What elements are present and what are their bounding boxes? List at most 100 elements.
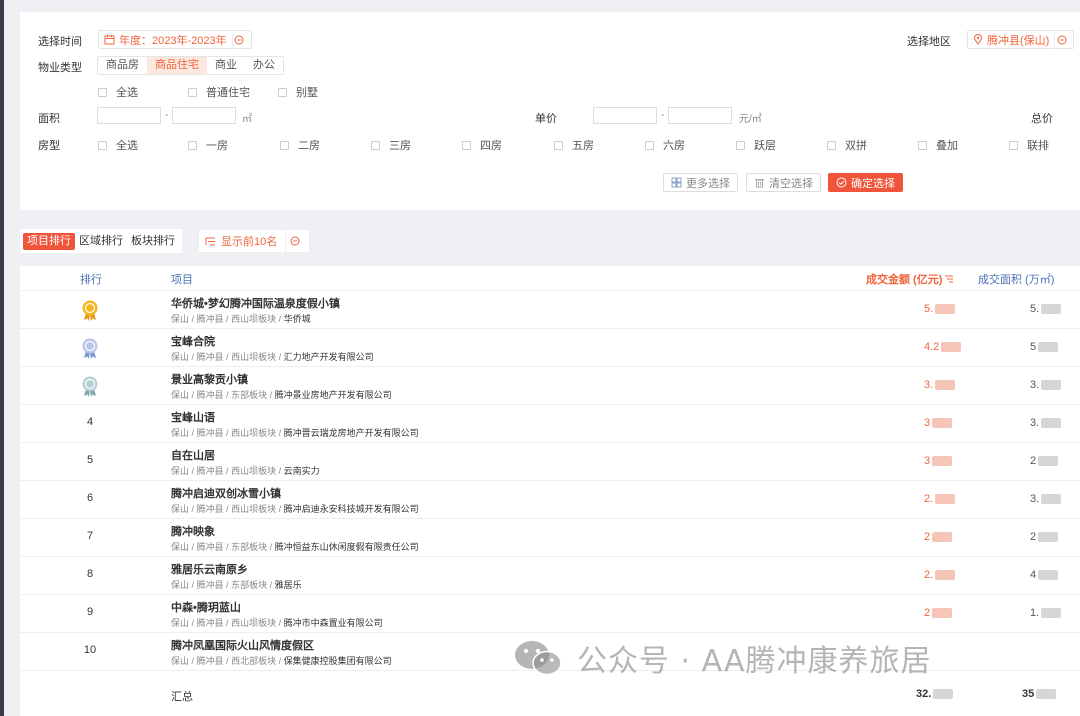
meta-city: 保山: [171, 466, 190, 476]
meta-dev: 汇力地产开发有限公司: [283, 352, 374, 362]
checkbox[interactable]: [371, 140, 380, 150]
table-row[interactable]: 华侨城•梦幻腾冲国际温泉度假小镇 保山 / 腾冲县 / 西山坝板块 / 华侨城 5.…: [20, 291, 1080, 329]
room-check-6[interactable]: 六房: [645, 137, 685, 153]
property-type-2[interactable]: 商业: [207, 57, 245, 74]
col-rank[interactable]: 排行: [80, 271, 102, 287]
deal-amount-text: 5.: [924, 303, 934, 315]
subtype-check-1[interactable]: 普通住宅: [188, 84, 250, 100]
time-selector[interactable]: 年度：2023年-2023年: [98, 30, 252, 49]
tab-region-ranking[interactable]: 区域排行: [75, 233, 127, 250]
table-row[interactable]: 9 中森•腾玥蓝山 保山 / 腾冲县 / 西山坝板块 / 腾冲市中森置业有限公司 2 1…: [20, 595, 1080, 633]
col-project[interactable]: 项目: [171, 271, 193, 287]
project-name[interactable]: 雅居乐云南原乡: [171, 561, 248, 577]
time-clear[interactable]: [231, 30, 246, 49]
subtype-check-2[interactable]: 别墅: [278, 84, 318, 100]
room-check-4[interactable]: 四房: [462, 137, 502, 153]
checkbox[interactable]: [827, 140, 836, 150]
room-check-5[interactable]: 五房: [554, 137, 594, 153]
price-max-input[interactable]: [668, 107, 732, 124]
col-amount[interactable]: 成交金额 (亿元): [866, 271, 954, 287]
top-n-clear[interactable]: [285, 230, 303, 252]
subtype-label: 普通住宅: [206, 87, 250, 99]
project-name[interactable]: 自在山居: [171, 447, 215, 463]
redacted-value: [1041, 418, 1062, 428]
project-meta: 保山 / 腾冲县 / 西山坝板块 / 腾冲市中森置业有限公司: [171, 616, 383, 629]
room-check-10[interactable]: 联排: [1009, 137, 1049, 153]
project-name[interactable]: 景业高黎贡小镇: [171, 371, 248, 387]
project-name[interactable]: 腾冲启迪双创冰雪小镇: [171, 485, 281, 501]
table-row[interactable]: 5 自在山居 保山 / 腾冲县 / 西山坝板块 / 云南实力 3 2: [20, 443, 1080, 481]
meta-separator: /: [276, 352, 284, 362]
table-row[interactable]: 宝峰合院 保山 / 腾冲县 / 西山坝板块 / 汇力地产开发有限公司 4.2 5: [20, 329, 1080, 367]
rank-number: 6: [86, 492, 94, 504]
rank-number: 10: [83, 644, 97, 656]
room-option-label: 六房: [663, 140, 685, 152]
project-name[interactable]: 华侨城•梦幻腾冲国际温泉度假小镇: [171, 295, 340, 311]
deal-area-text: 5.: [1030, 303, 1040, 315]
checkbox[interactable]: [462, 140, 471, 150]
meta-separator: /: [276, 466, 284, 476]
meta-separator: /: [276, 618, 284, 628]
price-unit: 元/㎡: [739, 114, 762, 125]
deal-area-text: 1.: [1030, 607, 1040, 619]
region-selector[interactable]: 腾冲县(保山): [967, 30, 1075, 49]
clear-button[interactable]: 清空选择: [746, 173, 821, 192]
top-n-selector[interactable]: 显示前10名: [198, 229, 311, 253]
subtype-check-0[interactable]: 全选: [98, 84, 138, 100]
more-options-button[interactable]: 更多选择: [663, 173, 738, 192]
meta-separator: /: [189, 314, 197, 324]
checkbox[interactable]: [918, 140, 927, 150]
checkbox[interactable]: [554, 140, 563, 150]
project-name[interactable]: 宝峰合院: [171, 333, 215, 349]
project-name[interactable]: 宝峰山语: [171, 409, 215, 425]
checkbox[interactable]: [98, 140, 107, 150]
table-row[interactable]: 7 腾冲映象 保山 / 腾冲县 / 东部板块 / 腾冲恒益东山休闲度假有限责任公司 2…: [20, 519, 1080, 557]
area-max-input[interactable]: [172, 107, 236, 124]
confirm-button[interactable]: 确定选择: [828, 173, 903, 192]
price-min-input[interactable]: [593, 107, 657, 124]
meta-city: 保山: [171, 504, 190, 514]
room-check-0[interactable]: 全选: [98, 137, 138, 153]
table-row[interactable]: 6 腾冲启迪双创冰雪小镇 保山 / 腾冲县 / 西山坝板块 / 腾冲启迪永安科技城开…: [20, 481, 1080, 519]
meta-separator: /: [223, 428, 232, 438]
checkbox[interactable]: [188, 87, 197, 97]
checkbox[interactable]: [736, 140, 745, 150]
room-check-1[interactable]: 一房: [188, 137, 228, 153]
project-meta: 保山 / 腾冲县 / 西山坝板块 / 华侨城: [171, 312, 311, 325]
project-name[interactable]: 腾冲凤凰国际火山风情度假区: [171, 637, 314, 653]
table-row[interactable]: 8 雅居乐云南原乡 保山 / 腾冲县 / 东部板块 / 雅居乐 2. 4: [20, 557, 1080, 595]
room-check-7[interactable]: 跃层: [736, 137, 776, 153]
room-check-8[interactable]: 双拼: [827, 137, 867, 153]
checkbox[interactable]: [1009, 140, 1018, 150]
property-type-3[interactable]: 办公: [245, 57, 283, 74]
property-type-1[interactable]: 商品住宅: [147, 57, 207, 74]
deal-area: 3.: [1030, 379, 1062, 391]
table-row[interactable]: 景业高黎贡小镇 保山 / 腾冲县 / 东部板块 / 腾冲景业房地产开发有限公司 3.…: [20, 367, 1080, 405]
meta-dev: 华侨城: [283, 314, 311, 324]
rank-number: 5: [86, 454, 94, 466]
deal-area: 3.: [1030, 417, 1062, 429]
checkbox[interactable]: [645, 140, 654, 150]
room-check-3[interactable]: 三房: [371, 137, 411, 153]
meta-dev: 腾冲启迪永安科技城开发有限公司: [283, 504, 419, 514]
checkbox[interactable]: [278, 87, 287, 97]
meta-separator: /: [189, 466, 197, 476]
checkbox[interactable]: [280, 140, 289, 150]
deal-amount-text: 2.: [924, 493, 934, 505]
deal-area-text: 5: [1030, 341, 1037, 353]
room-check-2[interactable]: 二房: [280, 137, 320, 153]
property-type-0[interactable]: 商品房: [98, 57, 147, 74]
area-min-input[interactable]: [97, 107, 161, 124]
checkbox[interactable]: [188, 140, 197, 150]
region-clear[interactable]: [1054, 30, 1068, 49]
col-area[interactable]: 成交面积 (万㎡): [978, 271, 1054, 287]
project-name[interactable]: 腾冲映象: [171, 523, 215, 539]
room-check-9[interactable]: 叠加: [918, 137, 958, 153]
meta-separator: /: [267, 390, 275, 400]
meta-block: 西山坝板块: [231, 352, 277, 362]
table-row[interactable]: 4 宝峰山语 保山 / 腾冲县 / 西山坝板块 / 腾冲晋云瑞龙房地产开发有限公司 3…: [20, 405, 1080, 443]
tab-project-ranking[interactable]: 项目排行: [23, 232, 75, 250]
checkbox[interactable]: [98, 87, 107, 97]
tab-block-ranking[interactable]: 板块排行: [127, 233, 179, 250]
project-name[interactable]: 中森•腾玥蓝山: [171, 599, 241, 615]
